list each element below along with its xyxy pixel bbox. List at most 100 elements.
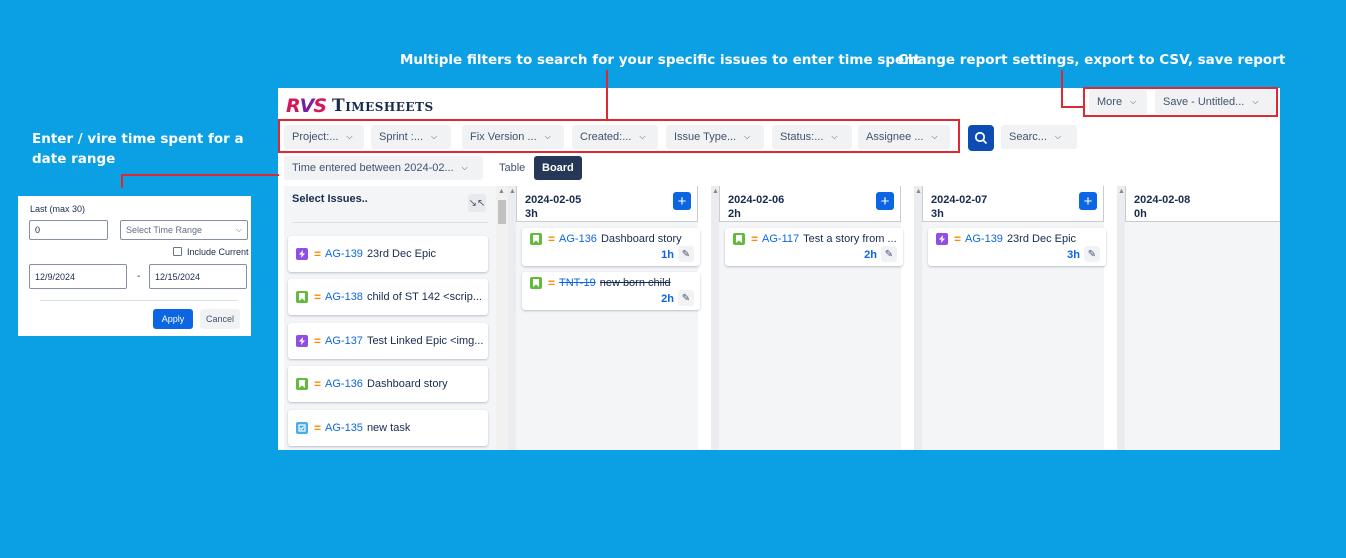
search-button[interactable] [968,125,994,151]
time-range-label: Time entered between 2024-02... [292,162,454,174]
issues-panel-title: Select Issues.. [292,193,368,205]
issue-card[interactable]: = AG-138 child of ST 142 <scrip... [288,279,488,315]
edit-icon[interactable]: ✎ [678,290,694,306]
issue-summary: Dashboard story [600,233,682,245]
worklog-card[interactable]: = AG-117 Test a story from ... 2h ✎ [725,228,903,266]
start-date-input[interactable]: 12/9/2024 [29,264,127,289]
column-date: 2024-02-05 [525,194,582,206]
include-current-checkbox[interactable] [173,247,182,256]
column-scrollbar[interactable]: ▲ [1117,186,1125,450]
search-dropdown[interactable]: Searc... ⌵ [1001,125,1077,149]
issue-key[interactable]: AG-135 [325,422,363,434]
chevron-down-icon: ⌵ [461,163,468,172]
task-icon [296,422,308,434]
time-range-select[interactable]: Select Time Range ⌵ [120,220,248,240]
priority-medium-icon: = [314,247,322,261]
time-range-dropdown[interactable]: Time entered between 2024-02... ⌵ [284,156,483,180]
priority-medium-icon: = [314,290,322,304]
date-range-connector-line [121,174,123,188]
issue-key[interactable]: AG-137 [325,335,363,347]
column-header: 2024-02-06 2h + [719,186,901,222]
edit-icon[interactable]: ✎ [881,246,897,262]
column-header: 2024-02-07 3h + [922,186,1104,222]
apply-button[interactable]: Apply [153,309,193,329]
chevron-down-icon: ⌵ [1054,132,1061,141]
end-date-input[interactable]: 12/15/2024 [149,264,247,289]
column-scrollbar[interactable]: ▲ [914,186,922,450]
issues-panel: Select Issues.. ↘↖ = AG-139 23rd Dec Epi… [284,186,508,450]
last-days-input[interactable]: 0 [29,220,108,240]
priority-medium-icon: = [314,377,322,391]
app-logo: RVS Timesheets [286,94,434,118]
column-scrollbar[interactable]: ▲ [711,186,719,450]
annotation-date-range-line1: Enter / vire time spent for a [32,131,244,147]
time-range-select-label: Select Time Range [126,225,203,235]
issue-summary: 23rd Dec Epic [1006,233,1077,245]
collapse-icon[interactable]: ↘↖ [468,194,486,212]
column-date: 2024-02-07 [931,194,988,206]
priority-medium-icon: = [314,334,322,348]
worklog-card[interactable]: = AG-139 23rd Dec Epic 3h ✎ [928,228,1106,266]
date-separator: - [137,271,141,282]
view-board-tab[interactable]: Board [534,156,582,180]
settings-connector-line [1061,106,1084,108]
issue-card[interactable]: = AG-137 Test Linked Epic <img... [288,323,488,359]
issue-summary: Dashboard story [366,378,448,390]
include-current-label: Include Current [187,247,249,257]
priority-medium-icon: = [751,233,759,245]
issue-key[interactable]: AG-136 [325,378,363,390]
issue-key[interactable]: AG-136 [559,233,597,245]
column-total-hours: 3h [525,208,538,220]
date-range-popup: Last (max 30) 0 Select Time Range ⌵ Inclu… [18,196,251,336]
view-table-tab[interactable]: Table [491,156,533,180]
edit-icon[interactable]: ✎ [1084,246,1100,262]
scroll-up-icon: ▲ [915,188,922,195]
issue-key[interactable]: AG-139 [325,248,363,260]
epic-icon [936,233,948,245]
last-days-label: Last (max 30) [30,204,86,214]
add-worklog-button[interactable]: + [876,192,894,210]
issue-summary: child of ST 142 <scrip... [366,291,482,303]
epic-icon [296,335,308,347]
edit-icon[interactable]: ✎ [678,246,694,262]
issue-key[interactable]: AG-139 [965,233,1003,245]
board-column: ▲ 2024-02-05 3h + = AG-136 Dashboard sto… [508,186,700,450]
issue-card[interactable]: = AG-139 23rd Dec Epic [288,236,488,272]
column-scrollbar[interactable]: ▲ [508,186,516,450]
story-icon [296,291,308,303]
settings-connector-line [1061,70,1063,108]
worklog-hours: 2h [864,249,877,261]
issue-summary: Test Linked Epic <img... [366,335,484,347]
worklog-hours: 1h [661,249,674,261]
add-worklog-button[interactable]: + [673,192,691,210]
worklog-card[interactable]: = TNT-19 new born child 2h ✎ [522,272,700,310]
annotation-date-range-line2: date range [32,151,116,167]
board-column: ▲ 2024-02-08 0h [1117,186,1280,450]
issue-card[interactable]: = AG-135 new task [288,410,488,446]
worklog-hours: 2h [661,293,674,305]
scrollbar[interactable]: ▲ [496,186,508,450]
scrollbar-thumb[interactable] [498,200,506,224]
scroll-up-icon: ▲ [509,188,516,195]
issue-key[interactable]: AG-138 [325,291,363,303]
annotation-filters: Multiple filters to search for your spec… [400,52,921,68]
board-column: ▲ 2024-02-07 3h + = AG-139 23rd Dec Epic… [914,186,1106,450]
cancel-button[interactable]: Cancel [200,309,240,329]
column-date: 2024-02-06 [728,194,785,206]
scroll-up-icon: ▲ [498,188,505,195]
issue-key[interactable]: AG-117 [762,233,799,245]
worklog-card[interactable]: = AG-136 Dashboard story 1h ✎ [522,228,700,266]
column-total-hours: 3h [931,208,944,220]
add-worklog-button[interactable]: + [1079,192,1097,210]
board-column: ▲ 2024-02-06 2h + = AG-117 Test a story … [711,186,903,450]
issue-card[interactable]: = AG-136 Dashboard story [288,366,488,402]
divider [292,222,488,223]
priority-medium-icon: = [548,277,556,289]
priority-medium-icon: = [548,233,556,245]
issue-summary: new task [366,422,411,434]
column-total-hours: 0h [1134,208,1147,220]
annotation-settings: Change report settings, export to CSV, s… [898,52,1286,68]
settings-highlight-box [1083,87,1278,117]
issue-key[interactable]: TNT-19 [559,277,596,289]
column-header: 2024-02-05 3h + [516,186,698,222]
